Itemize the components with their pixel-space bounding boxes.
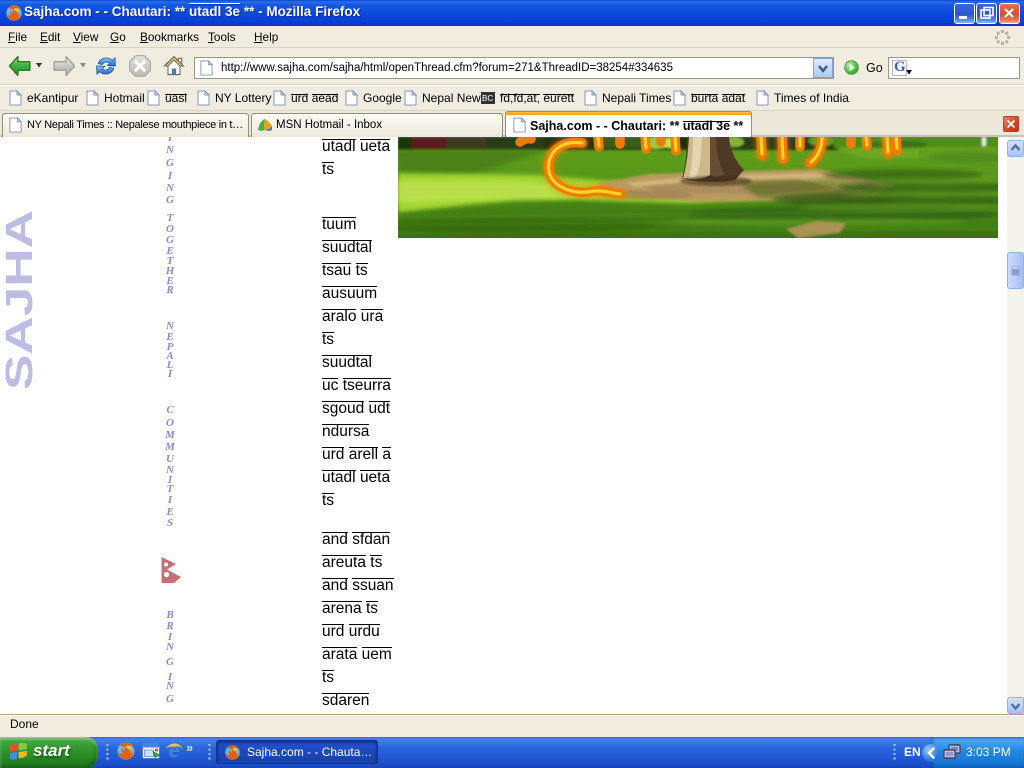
svg-text:BC: BC [482,94,493,103]
svg-text:SAJHA: SAJHA [2,210,36,390]
